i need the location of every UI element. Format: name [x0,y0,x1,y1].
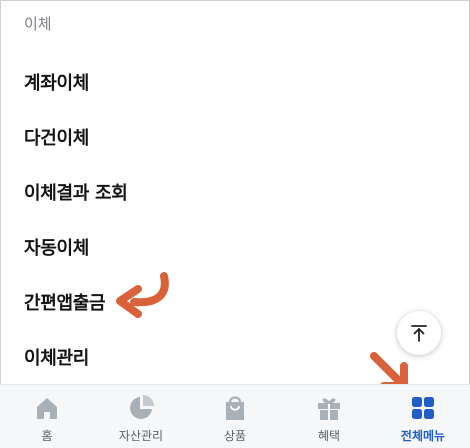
nav-label-benefits: 혜택 [317,429,341,443]
scroll-to-top-button[interactable] [397,311,441,355]
menu-item-auto-transfer[interactable]: 자동이체 [24,234,89,260]
home-icon [37,398,57,419]
nav-label-asset-management: 자산관리 [118,429,164,443]
nav-label-products: 상품 [223,429,247,443]
menu-item-account-transfer[interactable]: 계좌이체 [24,69,89,95]
shopping-bag-icon [226,396,244,420]
nav-item-all-menu[interactable]: 전체메뉴 [376,385,470,448]
nav-item-benefits[interactable]: 혜택 [282,385,376,448]
nav-label-home: 홈 [41,429,53,443]
annotation-arrow-icon [116,272,169,318]
bottom-navigation-bar: 홈 자산관리 상품 혜택 전체메뉴 [0,384,470,448]
section-title: 이체 [24,15,52,33]
menu-item-transfer-result[interactable]: 이체결과 조회 [24,179,128,205]
arrow-up-to-top-icon [411,325,427,342]
grid-menu-icon [412,397,434,419]
nav-label-all-menu: 전체메뉴 [400,429,446,443]
menu-item-bulk-transfer[interactable]: 다건이체 [24,124,89,150]
menu-item-transfer-management[interactable]: 이체관리 [24,344,89,370]
pie-chart-icon [130,395,154,419]
gift-icon [318,398,340,420]
menu-item-easy-app-withdrawal[interactable]: 간편앱출금 [24,289,106,315]
nav-item-asset-management[interactable]: 자산관리 [94,385,188,448]
nav-item-products[interactable]: 상품 [188,385,282,448]
nav-item-home[interactable]: 홈 [0,385,94,448]
